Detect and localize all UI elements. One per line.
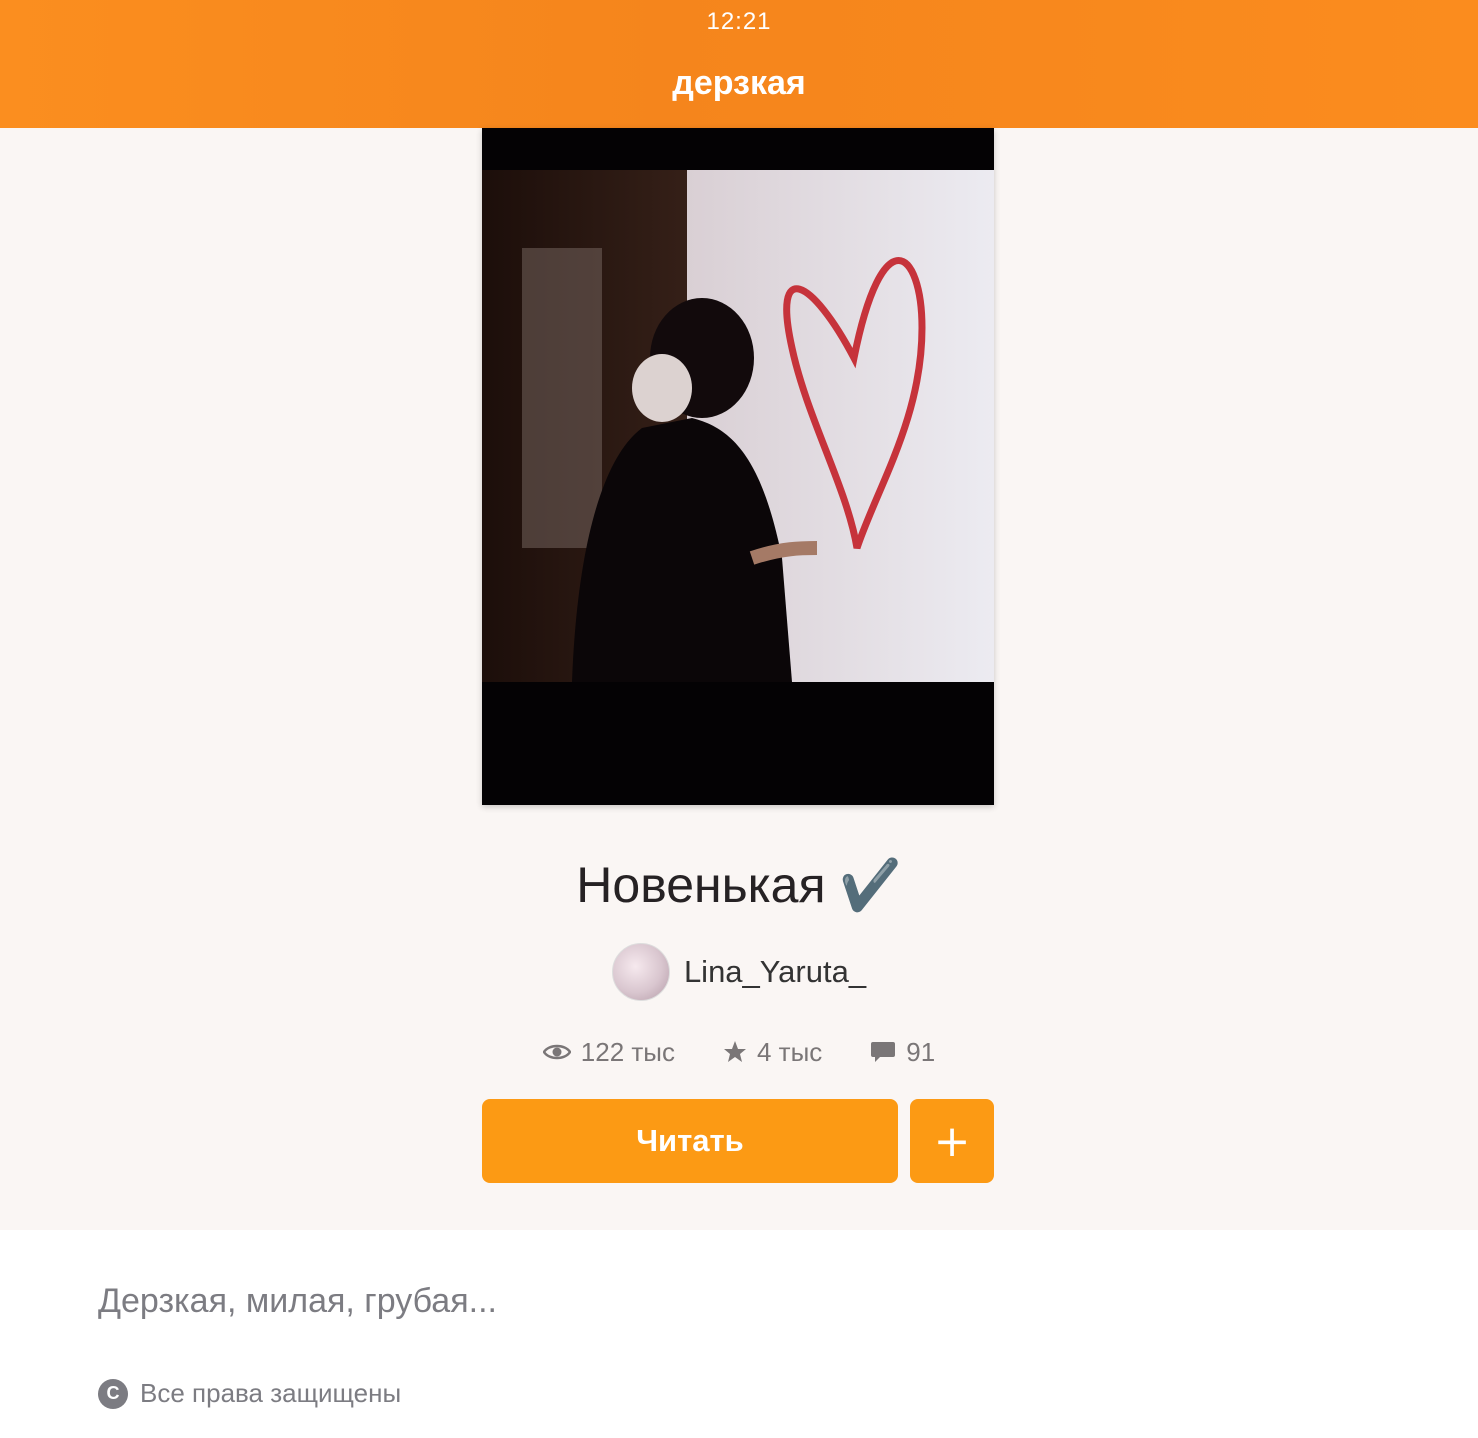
comments-count: 91 [906, 1036, 936, 1067]
eye-icon [542, 1042, 571, 1062]
author-avatar [611, 943, 670, 1001]
top-bar: 12:21 дерзкая [0, 0, 1478, 128]
page-title: дерзкая [672, 64, 806, 102]
book-info: Дерзкая, милая, грубая... C Все права за… [0, 1230, 1478, 1438]
read-button[interactable]: Читать [482, 1099, 898, 1183]
comments-stat: 91 [870, 1037, 935, 1068]
copyright-icon: C [98, 1378, 128, 1409]
votes-count: 4 тыс [757, 1036, 823, 1067]
star-icon [723, 1040, 747, 1064]
votes-stat: 4 тыс [723, 1037, 822, 1068]
status-time: 12:21 [706, 8, 772, 35]
book-description: Дерзкая, милая, грубая... [98, 1282, 497, 1320]
author-name: Lina_Yaruta_ [683, 954, 867, 989]
cover-image [482, 128, 994, 805]
add-to-library-button[interactable]: + [910, 1099, 994, 1183]
copyright-row: C Все права защищены [98, 1378, 401, 1409]
book-stats: 122 тыс 4 тыс 91 [0, 1030, 1478, 1074]
author-link[interactable]: Lina_Yaruta_ [0, 940, 1478, 1004]
book-cover[interactable] [482, 128, 994, 805]
views-count: 122 тыс [580, 1036, 675, 1067]
copyright-text: Все права защищены [140, 1378, 402, 1408]
comment-icon [870, 1040, 896, 1064]
book-title: Новенькая ✔️ [576, 857, 902, 913]
views-stat: 122 тыс [542, 1036, 675, 1068]
